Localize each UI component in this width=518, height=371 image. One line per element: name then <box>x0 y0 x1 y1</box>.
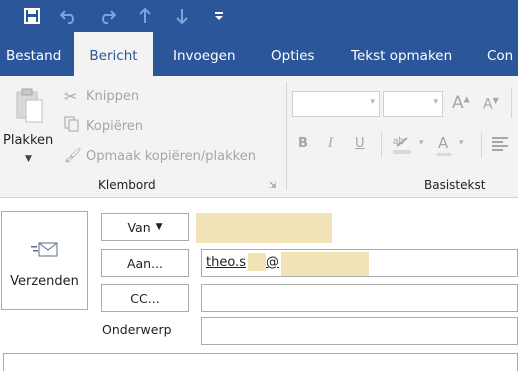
from-value-redacted <box>196 213 332 243</box>
cut-label: Knippen <box>86 88 140 104</box>
dialog-launcher-icon[interactable]: ⇲ <box>269 181 277 191</box>
to-button[interactable]: Aan... <box>101 249 189 277</box>
recipient-domain-redacted <box>281 252 369 276</box>
basic-text-group-label: Basistekst <box>424 178 486 192</box>
cc-label: CC... <box>130 290 160 306</box>
separator <box>481 132 482 158</box>
highlight-icon: ab <box>391 136 415 160</box>
ribbon: Plakken ▼ ✂ Knippen Kopiëren 🖌 Opmaak ko… <box>0 76 518 198</box>
paste-button[interactable]: Plakken ▼ <box>0 76 58 172</box>
decrease-font-size-button[interactable]: A▼ <box>483 96 499 113</box>
ribbon-tabs: Bestand Bericht Invoegen Opties Tekst op… <box>0 32 518 76</box>
cc-field[interactable] <box>201 284 518 312</box>
recipient-text-at: @ <box>266 255 279 270</box>
clipboard-group-label: Klembord <box>98 178 156 192</box>
send-icon <box>30 239 59 264</box>
bold-button[interactable]: B <box>298 136 308 151</box>
format-painter-button[interactable]: 🖌 Opmaak kopiëren/plakken <box>64 146 256 166</box>
tab-opties[interactable]: Opties <box>271 32 315 76</box>
font-name-select[interactable]: ▾ <box>292 91 380 117</box>
copy-icon <box>64 116 86 136</box>
tab-bestand[interactable]: Bestand <box>6 32 61 76</box>
message-body[interactable] <box>3 353 518 371</box>
highlight-button[interactable]: ab <box>391 132 415 160</box>
font-color-button[interactable]: A <box>438 134 448 152</box>
paste-dropdown-icon[interactable]: ▼ <box>25 154 32 164</box>
tab-invoegen[interactable]: Invoegen <box>173 32 236 76</box>
up-arrow-icon[interactable] <box>135 6 155 26</box>
customize-icon[interactable] <box>209 6 229 26</box>
format-painter-icon: 🖌 <box>64 148 82 164</box>
send-button[interactable]: Verzenden <box>1 211 88 310</box>
to-label: Aan... <box>126 255 164 271</box>
redo-icon[interactable] <box>97 6 117 26</box>
underline-button[interactable]: U <box>355 136 365 151</box>
send-label: Verzenden <box>10 273 79 289</box>
recipient-redacted <box>248 253 266 271</box>
chevron-down-icon: ▾ <box>370 97 375 107</box>
subject-field[interactable] <box>201 317 518 345</box>
chevron-down-icon: ▾ <box>433 97 438 107</box>
copy-button[interactable]: Kopiëren <box>64 116 143 136</box>
quick-access-toolbar <box>0 0 518 32</box>
separator <box>381 132 382 158</box>
from-label: Van <box>127 219 151 235</box>
format-painter-label: Opmaak kopiëren/plakken <box>86 148 256 164</box>
increase-font-size-label: A <box>452 93 464 113</box>
copy-label: Kopiëren <box>86 118 143 134</box>
cut-button[interactable]: ✂ Knippen <box>64 86 139 106</box>
increase-font-size-button[interactable]: A▲ <box>452 93 470 113</box>
chevron-down-icon: ▼ <box>155 222 163 232</box>
undo-icon[interactable] <box>59 6 79 26</box>
save-icon[interactable] <box>22 6 42 26</box>
to-field[interactable]: theo.s @ <box>201 249 518 277</box>
separator <box>511 88 512 118</box>
tab-con[interactable]: Con <box>487 32 513 76</box>
recipient-text-start: theo.s <box>206 255 246 270</box>
cc-button[interactable]: CC... <box>101 284 189 312</box>
from-button[interactable]: Van ▼ <box>101 213 189 241</box>
chevron-down-icon[interactable]: ▾ <box>419 138 424 148</box>
decrease-font-size-label: A <box>483 96 493 113</box>
clipboard-icon <box>16 88 44 128</box>
tab-bericht[interactable]: Bericht <box>74 32 153 76</box>
paste-label: Plakken <box>3 133 54 148</box>
align-left-icon[interactable] <box>492 136 510 155</box>
down-arrow-icon[interactable] <box>172 6 192 26</box>
subject-label: Onderwerp <box>102 322 172 337</box>
scissors-icon: ✂ <box>64 86 78 106</box>
chevron-down-icon[interactable]: ▾ <box>459 138 464 148</box>
font-color-bar <box>437 153 451 156</box>
tab-tekst-opmaken[interactable]: Tekst opmaken <box>351 32 452 76</box>
italic-button[interactable]: I <box>328 136 333 151</box>
font-size-select[interactable]: ▾ <box>383 91 443 117</box>
group-separator <box>286 82 287 190</box>
